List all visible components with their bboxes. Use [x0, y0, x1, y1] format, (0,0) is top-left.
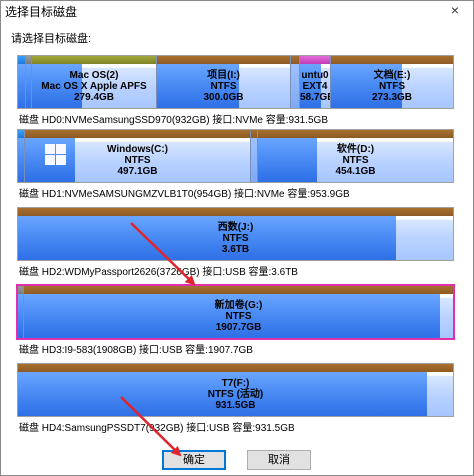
- ok-button[interactable]: 确定: [162, 450, 226, 470]
- partition-wd[interactable]: 西数(J:) NTFS 3.6TB: [18, 208, 453, 260]
- partition-fs: NTFS: [210, 81, 237, 92]
- cancel-button[interactable]: 取消: [247, 450, 311, 470]
- partition-size: 1907.7GB: [215, 322, 262, 333]
- partition-size: 58.7GB: [300, 92, 330, 103]
- partition-name: T7(F:): [221, 378, 250, 389]
- disk-hd1-caption: 磁盘 HD1:NVMeSAMSUNGMZVLB1T0(954GB) 接口:NVM…: [19, 189, 350, 200]
- partition-name: Windows(C:): [106, 144, 168, 155]
- disk-hd0-caption: 磁盘 HD0:NVMeSamsungSSD970(932GB) 接口:NVMe …: [19, 115, 328, 126]
- partition-macos[interactable]: Mac OS(2) Mac OS X Apple APFS 279.4GB: [32, 56, 157, 108]
- partition-t7[interactable]: T7(F:) NTFS (活动) 931.5GB: [18, 364, 453, 416]
- partition-size: 3.6TB: [221, 244, 250, 255]
- partition-ubuntu[interactable]: untu0 EXT4 58.7GB: [300, 56, 331, 108]
- partition-software[interactable]: 软件(D:) NTFS 454.1GB: [258, 130, 453, 182]
- partition-name: 软件(D:): [336, 144, 375, 155]
- close-icon[interactable]: ×: [441, 1, 469, 19]
- title-bar: 选择目标磁盘 ×: [1, 1, 473, 21]
- partition-size: 300.0GB: [203, 92, 244, 103]
- partition-new-volume[interactable]: 新加卷(G:) NTFS 1907.7GB: [24, 286, 453, 338]
- partition-fs: NTFS: [378, 81, 406, 92]
- partition-name: 项目(I:): [207, 70, 240, 81]
- disk-hd3-caption: 磁盘 HD3:I9-583(1908GB) 接口:USB 容量:1907.7GB: [19, 345, 253, 356]
- partition-size: 931.5GB: [215, 400, 256, 411]
- disk-hd3[interactable]: 新加卷(G:) NTFS 1907.7GB: [17, 285, 454, 339]
- dialog-title: 选择目标磁盘: [5, 5, 78, 19]
- disk-hd4-caption: 磁盘 HD4:SamsungPSSDT7(932GB) 接口:USB 容量:93…: [19, 423, 295, 434]
- partition-name: Mac OS(2): [69, 70, 119, 81]
- partition-name: 西数(J:): [217, 222, 254, 233]
- partition-project[interactable]: 项目(I:) NTFS 300.0GB: [157, 56, 291, 108]
- partition-efi[interactable]: [18, 56, 26, 108]
- prompt-label: 请选择目标磁盘:: [11, 33, 92, 45]
- partition-fs: Mac OS X Apple APFS: [41, 81, 147, 92]
- partition-size: 497.1GB: [117, 166, 158, 177]
- partition-fs: NTFS: [225, 311, 252, 322]
- partition-name: untu0: [301, 70, 329, 81]
- partition-fs: NTFS: [222, 233, 249, 244]
- disk-hd4[interactable]: T7(F:) NTFS (活动) 931.5GB: [17, 363, 454, 417]
- partition-name: 新加卷(G:): [214, 300, 263, 311]
- partition-size: 454.1GB: [335, 166, 376, 177]
- disk-hd1[interactable]: Windows(C:) NTFS 497.1GB 软件(D:) NTFS 454…: [17, 129, 454, 183]
- partition-documents[interactable]: 文档(E:) NTFS 273.3GB: [331, 56, 453, 108]
- partition-recovery[interactable]: [251, 130, 258, 182]
- partition-name: 文档(E:): [373, 70, 411, 81]
- partition-size: 279.4GB: [73, 92, 115, 103]
- disk-hd2[interactable]: 西数(J:) NTFS 3.6TB: [17, 207, 454, 261]
- partition-fs: NTFS: [342, 155, 369, 166]
- partition-size: 273.3GB: [371, 92, 413, 103]
- partition-fs: EXT4: [302, 81, 328, 92]
- partition-efi[interactable]: [18, 130, 25, 182]
- partition-small[interactable]: [291, 56, 300, 108]
- partition-fs: NTFS: [124, 155, 151, 166]
- disk-hd0[interactable]: Mac OS(2) Mac OS X Apple APFS 279.4GB 项目…: [17, 55, 454, 109]
- disk-hd2-caption: 磁盘 HD2:WDMyPassport2626(3726GB) 接口:USB 容…: [19, 267, 298, 278]
- select-target-disk-dialog: 选择目标磁盘 × 请选择目标磁盘: Mac OS(2) Mac OS X App…: [0, 0, 474, 476]
- partition-windows[interactable]: Windows(C:) NTFS 497.1GB: [25, 130, 251, 182]
- partition-fs: NTFS (活动): [207, 389, 264, 400]
